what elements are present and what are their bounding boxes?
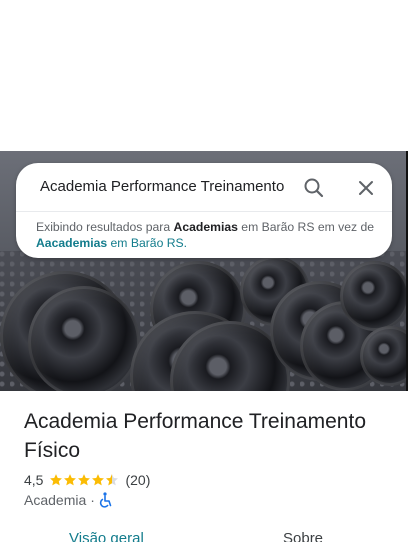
dumbbell-plate [340, 261, 408, 331]
search-box: Academia Performance Treinamento Exibind… [16, 163, 392, 258]
place-title: Academia Performance Treinamento Físico [24, 410, 366, 462]
notice-term: Academias [173, 220, 238, 234]
search-row: Academia Performance Treinamento [16, 163, 392, 211]
place-tabs: Visão geral Sobre [0, 527, 408, 542]
star-icon [78, 474, 91, 486]
rating-stars [49, 473, 119, 487]
rating-value: 4,5 [24, 472, 44, 488]
close-button[interactable] [352, 174, 380, 202]
star-half-icon [106, 474, 119, 486]
tab-overview[interactable]: Visão geral [69, 529, 144, 542]
notice-mid: em Barão RS em vez de [237, 220, 375, 234]
category-row: Academia · [24, 491, 113, 509]
star-icon [50, 474, 63, 486]
place-category[interactable]: Academia [24, 492, 86, 508]
search-button[interactable] [300, 174, 328, 202]
original-query-link[interactable]: Aacademias [36, 236, 107, 250]
close-icon [359, 181, 373, 195]
separator-dot: · [90, 492, 95, 508]
star-icon [92, 474, 105, 486]
review-count[interactable]: (20) [125, 472, 150, 488]
notice-prefix: Exibindo resultados para [36, 220, 174, 234]
search-input[interactable]: Academia Performance Treinamento [40, 176, 290, 198]
wheelchair-icon[interactable] [99, 492, 113, 508]
search-divider [16, 211, 392, 212]
search-icon [304, 178, 324, 198]
rating-row[interactable]: 4,5 (20) [24, 470, 150, 490]
tab-about[interactable]: Sobre [283, 529, 323, 542]
star-icon [64, 474, 77, 486]
top-blank-area [0, 0, 408, 151]
dumbbell-plate [28, 286, 140, 391]
search-correction-notice: Exibindo resultados para Academias em Ba… [36, 219, 376, 251]
original-query-link-suffix[interactable]: em Barão RS. [107, 236, 188, 250]
